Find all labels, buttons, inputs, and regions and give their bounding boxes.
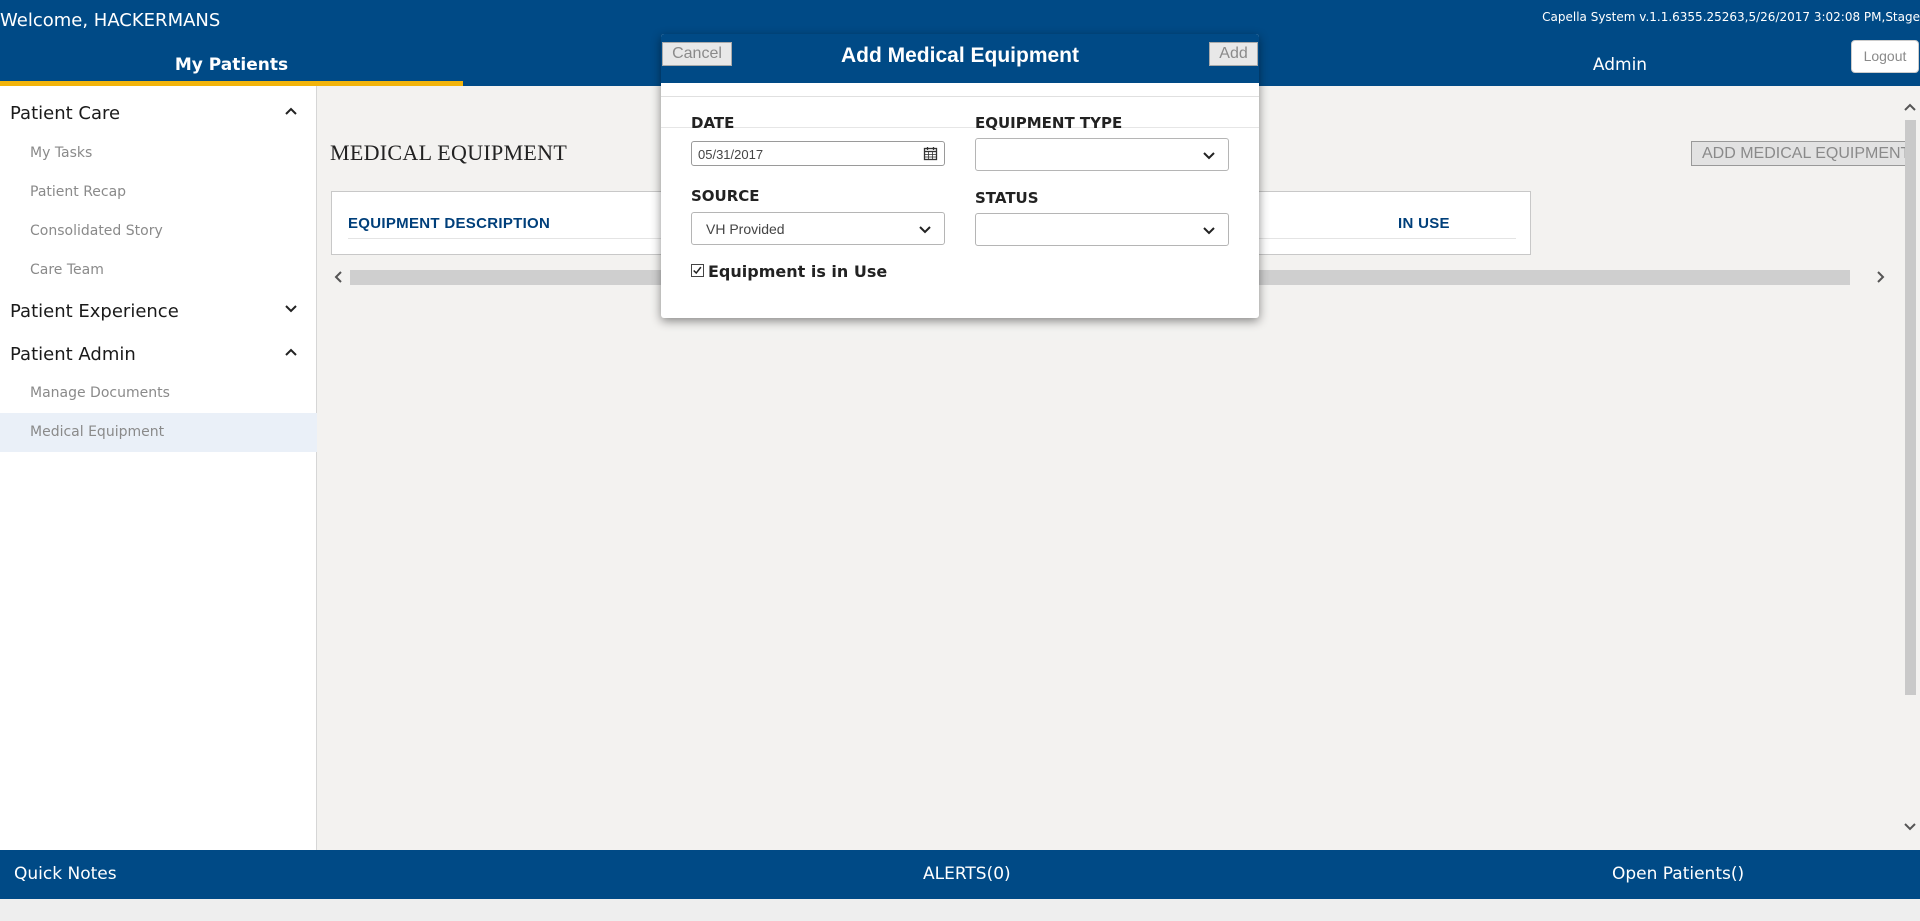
sidebar-item-medical-equipment[interactable]: Medical Equipment <box>0 413 317 452</box>
sidebar-section-patient-experience[interactable]: Patient Experience <box>0 291 317 331</box>
sidebar-section-title: Patient Admin <box>10 344 136 365</box>
welcome-text: Welcome, HACKERMANS <box>0 10 221 31</box>
scroll-right-icon[interactable] <box>1875 268 1887 286</box>
equipment-in-use-label[interactable]: Equipment is in Use <box>708 262 887 281</box>
sidebar-section-title: Patient Care <box>10 103 121 124</box>
sidebar-item-care-team[interactable]: Care Team <box>0 251 317 290</box>
sidebar-item-consolidated-story[interactable]: Consolidated Story <box>0 212 317 251</box>
sidebar-item-label: Care Team <box>30 262 104 278</box>
scroll-down-icon[interactable] <box>1903 820 1917 834</box>
add-button[interactable]: Add <box>1209 42 1258 66</box>
source-label: SOURCE <box>691 187 760 205</box>
chevron-down-icon <box>285 305 297 313</box>
nav-tab-my-patients[interactable]: My Patients <box>0 47 463 86</box>
sidebar-section-patient-care[interactable]: Patient Care <box>0 93 317 133</box>
sidebar-item-label: Manage Documents <box>30 385 170 401</box>
chevron-down-icon <box>1203 152 1215 160</box>
column-header-equipment-description[interactable]: EQUIPMENT DESCRIPTION <box>348 215 550 232</box>
alerts-link[interactable]: ALERTS(0) <box>923 864 1011 884</box>
checkmark-icon <box>693 266 702 275</box>
scroll-left-icon[interactable] <box>332 268 344 286</box>
scroll-up-icon[interactable] <box>1903 100 1917 114</box>
divider <box>661 96 1259 97</box>
open-patients-link[interactable]: Open Patients() <box>1612 864 1744 884</box>
bottom-strip <box>0 899 1920 921</box>
add-medical-equipment-button[interactable]: ADD MEDICAL EQUIPMENT <box>1691 141 1907 166</box>
sidebar-section-patient-admin[interactable]: Patient Admin <box>0 334 317 374</box>
sidebar-item-label: Patient Recap <box>30 184 127 200</box>
dialog-title: Add Medical Equipment <box>840 44 1079 67</box>
footer-bar: Quick Notes ALERTS(0) Open Patients() <box>0 850 1920 899</box>
date-value: 05/31/2017 <box>698 147 764 162</box>
date-label: DATE <box>691 114 735 132</box>
date-field[interactable]: 05/31/2017 <box>691 141 945 166</box>
status-label: STATUS <box>975 189 1039 207</box>
cancel-button[interactable]: Cancel <box>662 42 732 66</box>
logout-button[interactable]: Logout <box>1851 40 1919 73</box>
quick-notes-link[interactable]: Quick Notes <box>14 864 117 884</box>
sidebar: Patient Care My Tasks Patient Recap Cons… <box>0 86 317 850</box>
vertical-scrollbar[interactable] <box>1905 120 1916 695</box>
calendar-icon[interactable] <box>923 146 938 161</box>
equipment-type-label: EQUIPMENT TYPE <box>975 114 1123 132</box>
column-header-in-use[interactable]: IN USE <box>1398 215 1450 232</box>
chevron-down-icon <box>1203 227 1215 235</box>
dialog-header: Add Medical Equipment Cancel Add <box>661 34 1259 83</box>
sidebar-item-patient-recap[interactable]: Patient Recap <box>0 173 317 212</box>
source-select[interactable]: VH Provided <box>691 212 945 245</box>
chevron-down-icon <box>919 226 931 234</box>
source-value: VH Provided <box>706 221 785 237</box>
divider <box>661 127 1259 128</box>
sidebar-section-title: Patient Experience <box>10 301 179 322</box>
equipment-in-use-checkbox[interactable] <box>691 264 704 277</box>
chevron-up-icon <box>285 348 297 356</box>
status-select[interactable] <box>975 213 1229 246</box>
chevron-up-icon <box>285 107 297 115</box>
sidebar-item-manage-documents[interactable]: Manage Documents <box>0 374 317 413</box>
nav-tab-admin[interactable]: Admin <box>1560 47 1680 83</box>
system-info: Capella System v.1.1.6355.25263,5/26/201… <box>1542 10 1920 24</box>
sidebar-item-my-tasks[interactable]: My Tasks <box>0 134 317 173</box>
add-medical-equipment-dialog: Add Medical Equipment Cancel Add DATE 05… <box>661 34 1259 318</box>
sidebar-item-label: Consolidated Story <box>30 223 163 239</box>
equipment-type-select[interactable] <box>975 138 1229 171</box>
sidebar-item-label: My Tasks <box>30 145 93 161</box>
sidebar-item-label: Medical Equipment <box>30 424 165 440</box>
page-title: MEDICAL EQUIPMENT <box>330 140 568 165</box>
